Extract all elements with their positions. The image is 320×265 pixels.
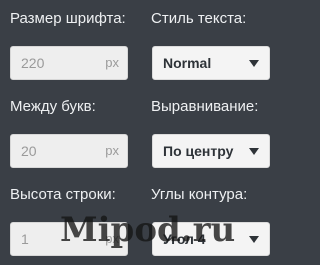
line-height-label: Высота строки: — [10, 186, 116, 203]
text-style-label: Стиль текста: — [151, 10, 247, 27]
alignment-select[interactable]: По центру — [152, 134, 270, 168]
chevron-down-icon — [249, 148, 259, 155]
letter-spacing-label: Между букв: — [10, 98, 96, 115]
font-size-unit: px — [105, 55, 119, 70]
letter-spacing-input[interactable]: 20 px — [10, 134, 128, 168]
alignment-value: По центру — [163, 143, 234, 159]
font-size-value: 220 — [21, 55, 45, 71]
line-height-value: 1 — [21, 231, 29, 247]
chevron-down-icon — [249, 60, 259, 67]
font-size-input[interactable]: 220 px — [10, 46, 128, 80]
text-style-select[interactable]: Normal — [152, 46, 270, 80]
outline-corners-label: Углы контура: — [151, 186, 248, 203]
text-style-value: Normal — [163, 55, 212, 71]
letter-spacing-unit: px — [105, 143, 119, 158]
letter-spacing-value: 20 — [21, 143, 37, 159]
chevron-down-icon — [249, 236, 259, 243]
text-settings-panel: Размер шрифта: 220 px Стиль текста: Norm… — [0, 0, 282, 265]
alignment-label: Выравнивание: — [151, 98, 259, 115]
watermark: Mipod.ru — [60, 210, 236, 250]
font-size-label: Размер шрифта: — [10, 10, 126, 27]
